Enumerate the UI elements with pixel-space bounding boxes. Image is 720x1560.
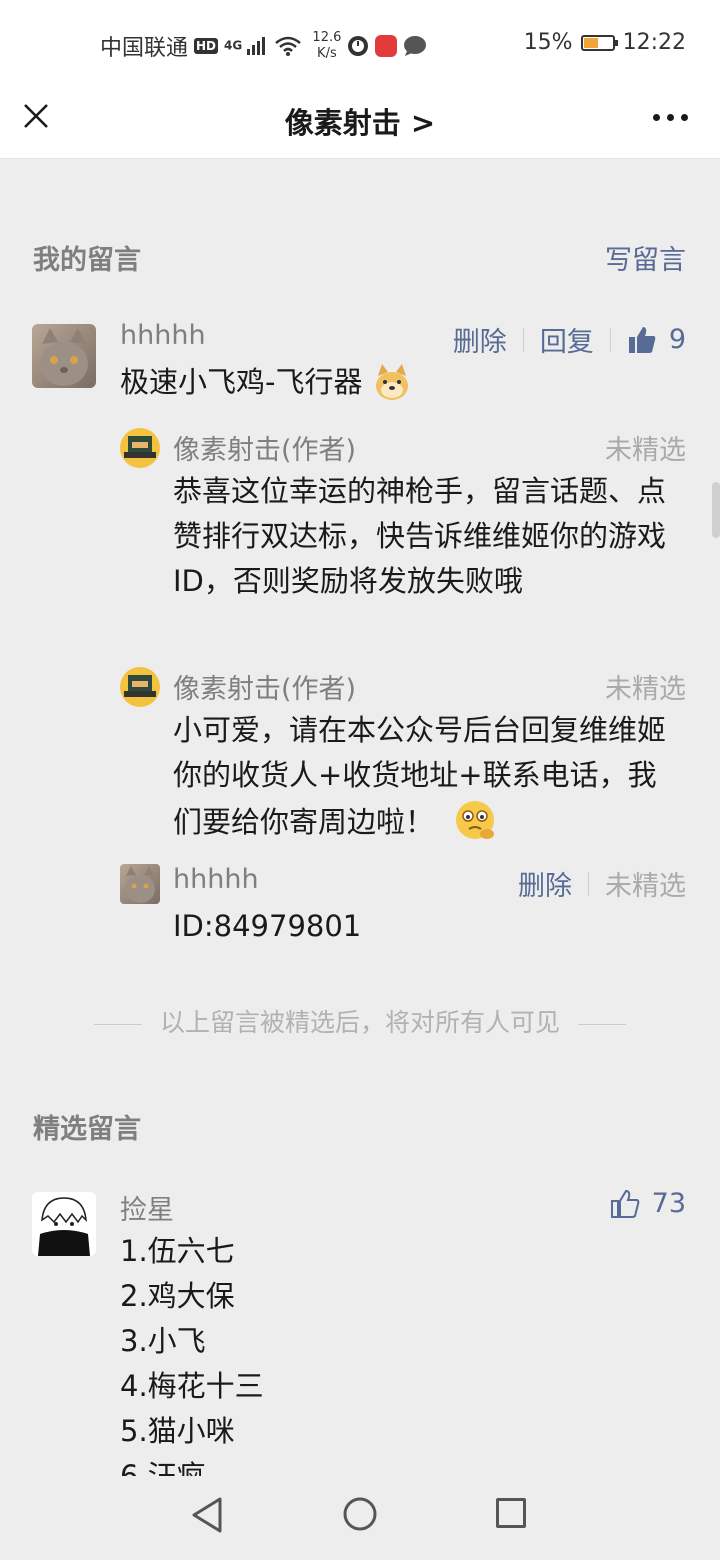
delete-button[interactable]: 删除	[518, 864, 572, 903]
recent-apps-icon[interactable]	[496, 1498, 526, 1528]
status-bar: 中国联通 HD 4G 12.6 K/s 15% 12:22	[0, 0, 720, 80]
home-icon[interactable]	[342, 1496, 378, 1532]
pixel-shooter-logo-image	[124, 436, 156, 458]
wifi-icon	[275, 36, 302, 56]
reply-status: 未精选	[605, 871, 686, 902]
huawei-app-icon	[375, 35, 398, 57]
clock: 12:22	[622, 30, 686, 55]
like-button[interactable]: 73	[610, 1188, 686, 1219]
comment-author: 捡星	[120, 1195, 174, 1226]
divider	[588, 871, 589, 896]
top-navigation-bar: 像素射击 >	[0, 80, 720, 159]
system-navigation-bar	[0, 1476, 720, 1560]
signal-icon: 4G	[224, 36, 268, 56]
reply-text: ID:84979801	[173, 909, 362, 943]
reply-button[interactable]: 回复	[540, 320, 594, 359]
pixel-shooter-logo-image	[124, 675, 156, 697]
comment-line: 1.伍六七	[120, 1234, 235, 1268]
comment-line: 3.小飞	[120, 1324, 206, 1358]
comment-actions: 删除 回复 9	[453, 320, 686, 359]
battery-icon	[580, 34, 618, 51]
page-title[interactable]: 像素射击 >	[0, 100, 720, 142]
featured-comments-title: 精选留言	[33, 1114, 141, 1145]
comment-text: 1.伍六七 2.鸡大保 3.小飞 4.梅花十三 5.猫小咪 6.汪疯	[120, 1229, 264, 1499]
cat-avatar-image	[40, 328, 88, 386]
scrollbar-thumb[interactable]	[712, 482, 720, 538]
divider	[93, 1023, 142, 1025]
doge-emoji	[375, 364, 408, 400]
reply-text: 小可爱，请在本公众号后台回复维维姬你的收货人+收货地址+联系电话，我们要给你寄周…	[173, 708, 683, 845]
reply-status: 未精选	[605, 435, 686, 466]
delete-button[interactable]: 删除	[453, 320, 507, 359]
comment-author: hhhhh	[120, 320, 206, 351]
reply-text: 恭喜这位幸运的神枪手，留言话题、点赞排行双达标，快告诉维维姬你的游戏ID，否则奖…	[173, 474, 667, 598]
divider	[609, 327, 611, 352]
comment-text: 极速小飞鸡-飞行器	[120, 360, 412, 405]
network-speed: 12.6 K/s	[312, 30, 342, 61]
visibility-notice: 以上留言被精选后，将对所有人可见	[0, 1003, 720, 1039]
message-icon	[404, 36, 427, 56]
anime-avatar-image	[38, 1197, 90, 1256]
avatar[interactable]	[32, 1192, 96, 1256]
back-icon[interactable]	[190, 1496, 224, 1534]
author-avatar[interactable]	[120, 428, 160, 468]
thumbs-up-icon[interactable]	[610, 1189, 640, 1219]
my-comments-title: 我的留言	[33, 245, 141, 276]
comment-line: 2.鸡大保	[120, 1279, 235, 1313]
more-icon[interactable]	[653, 114, 688, 121]
divider	[578, 1023, 626, 1025]
reply-author: 像素射击(作者)	[173, 674, 357, 705]
reply-actions: 删除 未精选	[518, 864, 686, 903]
avatar[interactable]	[32, 324, 96, 388]
like-count: 9	[668, 324, 686, 355]
comment-line: 5.猫小咪	[120, 1414, 235, 1448]
hd-badge: HD	[194, 38, 219, 54]
like-count: 73	[651, 1188, 686, 1219]
comment-line: 4.梅花十三	[120, 1369, 264, 1403]
reply-author: 像素射击(作者)	[173, 435, 357, 466]
reply-status: 未精选	[605, 674, 686, 705]
battery-percent: 15%	[523, 30, 573, 55]
author-avatar[interactable]	[120, 667, 160, 707]
carrier-label: 中国联通	[100, 36, 189, 61]
divider	[522, 327, 524, 352]
timer-icon	[348, 36, 369, 56]
network-label: 4G	[224, 38, 243, 53]
thumbs-up-filled-icon[interactable]	[627, 325, 657, 355]
cat-avatar-image	[125, 866, 155, 903]
thinking-emoji	[456, 801, 495, 839]
write-comment-link[interactable]: 写留言	[605, 238, 686, 277]
avatar[interactable]	[120, 864, 160, 904]
reply-author: hhhhh	[173, 864, 259, 895]
